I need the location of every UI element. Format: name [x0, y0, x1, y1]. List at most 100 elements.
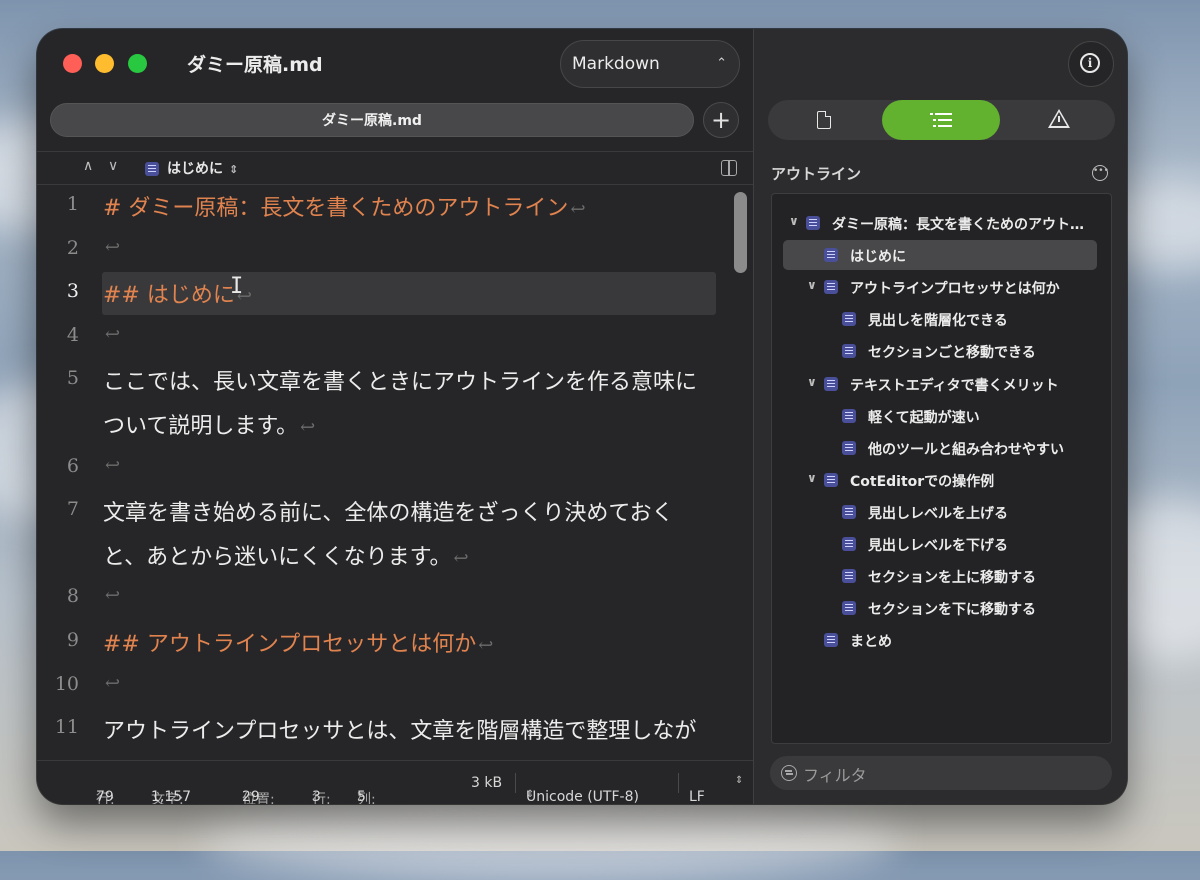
outline-item[interactable]: ∨ CotEditorでの操作例	[772, 465, 1111, 495]
editor-pane: ダミー原稿.md Markdown ⌃ ダミー原稿.md + ∧ ∨ はじめに ⇕…	[37, 29, 753, 804]
line-number: 10	[54, 672, 79, 695]
chevron-down-icon[interactable]: ∨	[807, 278, 817, 292]
outline-item[interactable]: 見出しレベルを上げる	[772, 497, 1111, 527]
editor-line: 1 # ダミー原稿：長文を書くためのアウトライン ↩	[37, 185, 737, 229]
line-number: 1	[66, 193, 79, 215]
outline-item[interactable]: セクションごと移動できる	[772, 336, 1111, 366]
more-options-icon[interactable]: •••	[1092, 165, 1109, 181]
outline-item[interactable]: 見出しを階層化できる	[772, 304, 1111, 334]
body-text: 文章を書き始める前に、全体の構造をざっくり決めておく	[103, 501, 674, 527]
outline-item[interactable]: ∨ アウトラインプロセッサとは何か	[772, 272, 1111, 302]
outline-item[interactable]: 軽くて起動が速い	[772, 401, 1111, 431]
heading-icon	[806, 216, 820, 230]
line-number: 9	[66, 629, 79, 651]
line-number: 5	[66, 367, 79, 390]
outline-item[interactable]: セクションを上に移動する	[772, 561, 1111, 591]
window-title: ダミー原稿.md	[187, 54, 323, 76]
outline-item-label: CotEditorでの操作例	[850, 473, 995, 490]
tab-warnings[interactable]	[998, 100, 1116, 140]
editor-line: ついて説明します。 ↩	[37, 403, 737, 447]
editor-line: 3 ## はじめに ↩	[37, 272, 737, 316]
chevron-down-icon[interactable]: ∨	[789, 214, 799, 228]
body-text: ↩	[103, 321, 120, 346]
scrollbar-thumb[interactable]	[734, 192, 747, 273]
inspector-tabs	[768, 100, 1115, 140]
outline-breadcrumb[interactable]: はじめに ⇕	[145, 158, 238, 178]
heading-icon	[842, 504, 856, 519]
outline-list: ∨ ダミー原稿：長文を書くためのアウト… はじめに ∨ アウトラインプロセッサとは何か見…	[771, 193, 1112, 744]
editor-window: ダミー原稿.md Markdown ⌃ ダミー原稿.md + ∧ ∨ はじめに ⇕…	[37, 29, 1127, 804]
outline-item[interactable]: ∨ ダミー原稿：長文を書くためのアウト…	[772, 208, 1111, 238]
outline-icon	[930, 112, 952, 128]
return-mark-icon: ↩	[105, 672, 121, 694]
outline-item-label: テキストエディタで書くメリット	[850, 377, 1059, 394]
minimize-button[interactable]	[95, 54, 114, 73]
heading-icon	[842, 408, 856, 423]
heading-icon	[824, 248, 838, 263]
filter-icon	[781, 765, 797, 781]
return-mark-icon: ↩	[105, 585, 121, 607]
outline-item[interactable]: 見出しレベルを下げる	[772, 529, 1111, 559]
editor-line: 9 ## アウトラインプロセッサとは何か ↩	[37, 621, 737, 665]
inspector-pane: i アウトライン ••• ∨ ダミー原稿：長文を書くためのアウト… はじめに ∨ アウト…	[753, 29, 1127, 804]
line-number: 6	[66, 454, 79, 477]
text-editor[interactable]: 1 # ダミー原稿：長文を書くためのアウトライン ↩ 2 ↩ 3 ## はじめに ↩ 4 ↩ 5 ここ…	[37, 185, 753, 760]
body-text: ついて説明します。 ↩	[103, 414, 316, 439]
outline-item[interactable]: ∨ テキストエディタで書くメリット	[772, 369, 1111, 399]
file-size: 3 kB	[471, 775, 503, 791]
outline-item-label: セクションを下に移動する	[868, 602, 1036, 619]
vertical-scrollbar[interactable]	[734, 192, 748, 755]
heading-icon	[842, 601, 856, 616]
return-mark-icon: ↩	[105, 323, 121, 345]
close-button[interactable]	[63, 54, 82, 73]
warning-icon	[1048, 109, 1070, 128]
outline-item[interactable]: 他のツールと組み合わせやすい	[772, 433, 1111, 463]
editor-line: 8 ↩	[37, 577, 737, 621]
tab-document[interactable]	[768, 100, 886, 140]
add-tab-button[interactable]: +	[703, 102, 739, 138]
outline-item-label: アウトラインプロセッサとは何か	[850, 281, 1060, 298]
inspector-toggle-button[interactable]: i	[1068, 41, 1114, 87]
filter-placeholder: フィルタ	[803, 766, 867, 785]
heading-icon	[824, 376, 838, 391]
zoom-button[interactable]	[128, 54, 147, 73]
outline-item[interactable]: はじめに	[772, 240, 1111, 271]
filter-field[interactable]: フィルタ	[770, 756, 1112, 790]
up-down-chevron-icon: ⌃	[716, 56, 727, 71]
outline-item-label: まとめ	[850, 634, 892, 651]
chevron-down-icon[interactable]: ∨	[108, 158, 118, 174]
navigation-bar: ∧ ∨ はじめに ⇕	[37, 151, 753, 185]
outline-item-label: はじめに	[850, 249, 906, 266]
info-icon: i	[1080, 53, 1100, 73]
document-icon	[817, 111, 831, 129]
heading-text: # ダミー原稿：長文を書くためのアウトライン ↩	[103, 196, 586, 221]
return-mark-icon: ↩	[300, 417, 316, 438]
chevron-down-icon[interactable]: ∨	[807, 375, 817, 389]
heading-icon	[842, 312, 856, 327]
outline-heading: アウトライン	[771, 165, 862, 183]
chevron-up-icon[interactable]: ∧	[83, 158, 93, 174]
outline-item[interactable]: セクションを下に移動する	[772, 593, 1111, 623]
return-mark-icon: ↩	[478, 635, 494, 656]
heading-icon	[824, 633, 838, 648]
document-tab[interactable]: ダミー原稿.md	[50, 103, 694, 137]
outline-item-label: 見出しレベルを上げる	[868, 505, 1008, 522]
editor-line: 6 ↩	[37, 447, 737, 491]
editor-line: 2 ↩	[37, 229, 737, 273]
return-mark-icon: ↩	[105, 236, 121, 258]
syntax-select[interactable]: Markdown ⌃	[560, 40, 740, 88]
outline-item-label: 見出しレベルを下げる	[868, 538, 1008, 554]
outline-item-label: ダミー原稿：長文を書くためのアウト…	[832, 217, 1084, 233]
body-text: ここでは、長い文章を書くときにアウトラインを作る意味に	[103, 370, 698, 396]
return-mark-icon: ↩	[570, 199, 586, 220]
body-text: と、あとから迷いにくくなります。 ↩	[103, 544, 469, 570]
up-down-chevron-icon: ⇕	[229, 163, 239, 176]
split-editor-button[interactable]	[721, 152, 737, 186]
syntax-select-value: Markdown	[572, 54, 660, 74]
chevron-down-icon[interactable]: ∨	[807, 471, 817, 485]
outline-item[interactable]: まとめ	[772, 625, 1111, 655]
split-view-icon	[721, 160, 737, 176]
tab-outline[interactable]	[882, 100, 1000, 140]
line-number: 3	[66, 280, 79, 303]
body-text: ↩	[103, 452, 120, 477]
